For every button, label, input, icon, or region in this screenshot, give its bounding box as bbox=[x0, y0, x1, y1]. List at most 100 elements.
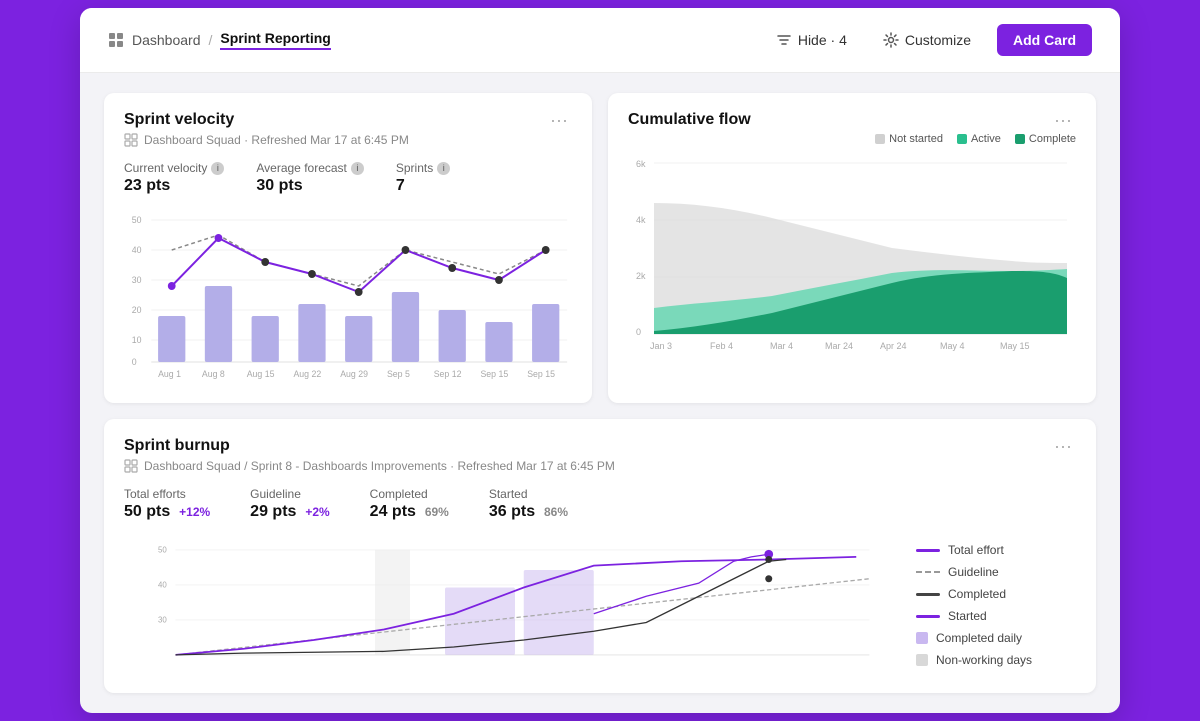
burnup-stat-label-2: Completed bbox=[370, 487, 449, 501]
svg-text:Apr 24: Apr 24 bbox=[880, 341, 907, 351]
stat-label-1: Current velocity i bbox=[124, 161, 224, 175]
cumulative-chart: 6k 4k 2k 0 bbox=[628, 153, 1076, 353]
velocity-subtitle-text: Dashboard Squad · Refreshed Mar 17 at 6:… bbox=[144, 133, 409, 147]
legend-label-started: Started bbox=[948, 609, 987, 623]
svg-text:Mar 4: Mar 4 bbox=[770, 341, 793, 351]
svg-text:May 15: May 15 bbox=[1000, 341, 1030, 351]
velocity-chart-area: 50 40 30 20 10 0 bbox=[124, 205, 572, 385]
stat-label-3: Sprints i bbox=[396, 161, 450, 175]
svg-text:Aug 15: Aug 15 bbox=[247, 369, 275, 379]
burnup-title: Sprint burnup bbox=[124, 437, 230, 455]
velocity-title: Sprint velocity bbox=[124, 111, 234, 129]
svg-text:40: 40 bbox=[132, 245, 142, 255]
legend-guideline: Guideline bbox=[916, 565, 1076, 579]
svg-text:50: 50 bbox=[158, 546, 167, 555]
burnup-stat-value-3: 36 pts 86% bbox=[489, 503, 568, 521]
svg-text:30: 30 bbox=[132, 275, 142, 285]
legend-box-non-working bbox=[916, 654, 928, 666]
burnup-card-header: Sprint burnup ··· bbox=[124, 437, 1076, 455]
svg-text:Feb 4: Feb 4 bbox=[710, 341, 733, 351]
svg-text:6k: 6k bbox=[636, 159, 646, 169]
burnup-change-2: 69% bbox=[425, 505, 449, 519]
legend-box-completed-daily bbox=[916, 632, 928, 644]
burnup-change-0: +12% bbox=[179, 505, 210, 519]
legend-dot-complete bbox=[1015, 134, 1025, 144]
velocity-chart: 50 40 30 20 10 0 bbox=[124, 205, 572, 385]
legend-line-completed bbox=[916, 593, 940, 596]
velocity-subtitle: Dashboard Squad · Refreshed Mar 17 at 6:… bbox=[124, 133, 572, 147]
filter-icon bbox=[776, 32, 792, 48]
svg-text:Sep 12: Sep 12 bbox=[434, 369, 462, 379]
svg-text:50: 50 bbox=[132, 215, 142, 225]
legend-completed: Completed bbox=[916, 587, 1076, 601]
burnup-chart-area: 50 40 30 bbox=[124, 535, 1076, 675]
svg-text:2k: 2k bbox=[636, 271, 646, 281]
info-icon-2[interactable]: i bbox=[351, 162, 364, 175]
burnup-card: Sprint burnup ··· Dashboard Squad / Spri… bbox=[104, 419, 1096, 693]
burnup-stat-guideline: Guideline 29 pts +2% bbox=[250, 487, 330, 521]
svg-text:Jan 3: Jan 3 bbox=[650, 341, 672, 351]
burnup-legend: Total effort Guideline Completed Started bbox=[916, 535, 1076, 675]
legend-label-completed: Completed bbox=[948, 587, 1006, 601]
burnup-stat-label-1: Guideline bbox=[250, 487, 330, 501]
hide-button[interactable]: Hide · 4 bbox=[766, 26, 857, 54]
legend-active: Active bbox=[957, 133, 1001, 145]
legend-dot-not-started bbox=[875, 134, 885, 144]
svg-text:Aug 1: Aug 1 bbox=[158, 369, 181, 379]
stat-sprints: Sprints i 7 bbox=[396, 161, 450, 195]
legend-non-working: Non-working days bbox=[916, 653, 1076, 667]
burnup-change-3: 86% bbox=[544, 505, 568, 519]
legend-completed-daily: Completed daily bbox=[916, 631, 1076, 645]
add-card-button[interactable]: Add Card bbox=[997, 24, 1092, 56]
burnup-stat-value-0: 50 pts +12% bbox=[124, 503, 210, 521]
breadcrumb-dashboard[interactable]: Dashboard bbox=[132, 32, 201, 48]
svg-text:Aug 29: Aug 29 bbox=[340, 369, 368, 379]
burnup-stat-started: Started 36 pts 86% bbox=[489, 487, 568, 521]
customize-button[interactable]: Customize bbox=[873, 26, 981, 54]
svg-text:30: 30 bbox=[158, 616, 167, 625]
burnup-stats: Total efforts 50 pts +12% Guideline 29 p… bbox=[124, 487, 1076, 521]
cumulative-chart-area: 6k 4k 2k 0 bbox=[628, 153, 1076, 333]
svg-text:Sep 15: Sep 15 bbox=[480, 369, 508, 379]
legend-label-total: Total effort bbox=[948, 543, 1004, 557]
velocity-card: Sprint velocity ··· Dashboard Squad · Re… bbox=[104, 93, 592, 403]
burnup-stat-value-2: 24 pts 69% bbox=[370, 503, 449, 521]
stat-value-1: 23 pts bbox=[124, 177, 224, 195]
svg-text:Aug 8: Aug 8 bbox=[202, 369, 225, 379]
legend-label-completed-daily: Completed daily bbox=[936, 631, 1022, 645]
cumulative-title: Cumulative flow bbox=[628, 111, 751, 129]
info-icon-3[interactable]: i bbox=[437, 162, 450, 175]
burnup-stat-total: Total efforts 50 pts +12% bbox=[124, 487, 210, 521]
breadcrumb-separator: / bbox=[209, 32, 213, 48]
burnup-stat-label-3: Started bbox=[489, 487, 568, 501]
legend-label-active: Active bbox=[971, 133, 1001, 145]
legend-total-effort: Total effort bbox=[916, 543, 1076, 557]
velocity-card-header: Sprint velocity ··· bbox=[124, 111, 572, 129]
legend-not-started: Not started bbox=[875, 133, 943, 145]
burnup-stat-value-1: 29 pts +2% bbox=[250, 503, 330, 521]
burnup-subtitle: Dashboard Squad / Sprint 8 - Dashboards … bbox=[124, 459, 1076, 473]
burnup-more-button[interactable]: ··· bbox=[1050, 437, 1076, 455]
cumulative-card-header: Cumulative flow ··· bbox=[628, 111, 1076, 129]
svg-text:Mar 24: Mar 24 bbox=[825, 341, 853, 351]
squad-icon bbox=[124, 133, 138, 147]
svg-text:4k: 4k bbox=[636, 215, 646, 225]
burnup-chart: 50 40 30 bbox=[124, 535, 906, 675]
cumulative-more-button[interactable]: ··· bbox=[1050, 111, 1076, 129]
burnup-change-1: +2% bbox=[305, 505, 329, 519]
legend-dot-active bbox=[957, 134, 967, 144]
stat-label-2: Average forecast i bbox=[256, 161, 364, 175]
burnup-stat-completed: Completed 24 pts 69% bbox=[370, 487, 449, 521]
info-icon-1[interactable]: i bbox=[211, 162, 224, 175]
legend-complete: Complete bbox=[1015, 133, 1076, 145]
svg-text:10: 10 bbox=[132, 335, 142, 345]
legend-label-non-working: Non-working days bbox=[936, 653, 1032, 667]
velocity-stats: Current velocity i 23 pts Average foreca… bbox=[124, 161, 572, 195]
header-actions: Hide · 4 Customize Add Card bbox=[766, 24, 1092, 56]
velocity-more-button[interactable]: ··· bbox=[546, 111, 572, 129]
legend-dash-guideline bbox=[916, 571, 940, 573]
svg-text:Sep 15: Sep 15 bbox=[527, 369, 555, 379]
header: Dashboard / Sprint Reporting Hide · 4 Cu… bbox=[80, 8, 1120, 73]
svg-text:20: 20 bbox=[132, 305, 142, 315]
app-container: Dashboard / Sprint Reporting Hide · 4 Cu… bbox=[80, 8, 1120, 713]
